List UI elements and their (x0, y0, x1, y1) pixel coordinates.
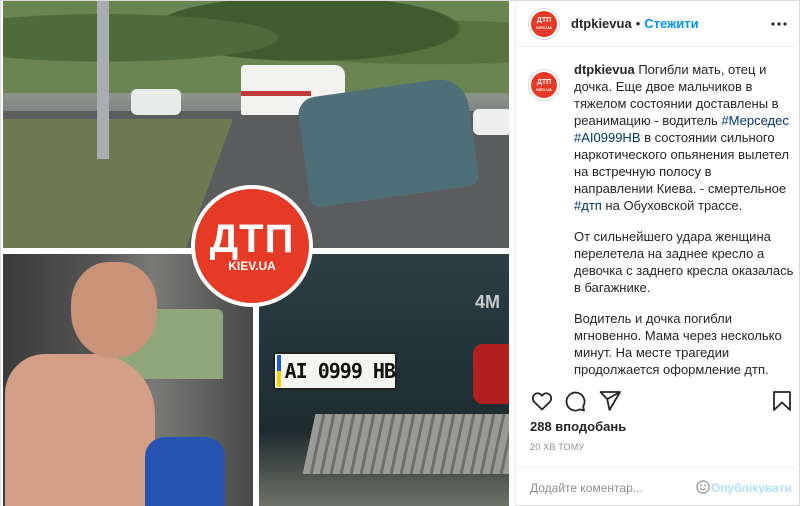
ukraine-flag-icon (277, 355, 281, 387)
comment-bar: Опублікувати (516, 467, 800, 506)
watermark-subtitle: KIEV.UA (228, 259, 276, 273)
emoji-icon[interactable] (696, 480, 710, 494)
bumper-step (302, 414, 509, 474)
post-caption: ДТП KIEV.UA dtpkievua Погибли мать, отец … (516, 61, 800, 381)
license-plate-text: AI 0999 HB (284, 359, 396, 383)
comment-input[interactable] (530, 480, 710, 495)
caption-paragraph-2: От сильнейшего удара женщина перелетела … (574, 229, 794, 295)
publish-button[interactable]: Опублікувати (711, 481, 792, 495)
post-actions (516, 389, 800, 417)
follow-button[interactable]: Стежити (644, 16, 698, 31)
caption-username[interactable]: dtpkievua (574, 62, 635, 77)
heart-icon[interactable] (530, 389, 554, 413)
car-badge: 4M (475, 292, 501, 312)
license-plate: AI 0999 HB (273, 352, 397, 390)
dtp-watermark-logo: ДТП KIEV.UA (191, 185, 313, 307)
post-time[interactable]: 20 ХВ ТОМУ (530, 442, 584, 452)
more-options-icon[interactable] (770, 15, 788, 33)
driver-body (5, 354, 155, 506)
share-icon[interactable] (598, 389, 622, 413)
watermark-title: ДТП (209, 217, 295, 261)
driver-head (71, 262, 157, 358)
caption-text: dtpkievua Погибли мать, отец и дочка. Ещ… (574, 61, 794, 381)
header-separator: • (635, 16, 641, 31)
likes-count[interactable]: 288 вподобань (530, 419, 626, 434)
wrecked-car (296, 75, 480, 209)
post-sidebar: ДТП KIEV.UA dtpkievua • Стежити ДТП KIEV.U… (515, 1, 800, 506)
caption-paragraph-1: dtpkievua Погибли мать, отец и дочка. Ещ… (574, 61, 794, 214)
post-header: ДТП KIEV.UA dtpkievua • Стежити (516, 1, 800, 47)
blue-clothing (145, 437, 225, 506)
bookmark-icon[interactable] (770, 389, 794, 413)
caption-text-part: на Обуховской трассе. (601, 198, 743, 213)
tail-light (473, 344, 509, 404)
lamp-pole (97, 1, 109, 159)
white-car (473, 109, 509, 135)
dtp-logo-icon[interactable]: ДТП KIEV.UA (528, 7, 560, 40)
parked-car (131, 89, 181, 115)
hashtag-dtp[interactable]: #дтп (574, 198, 602, 213)
instagram-post: 4M AI 0999 HB ДТП KIEV.UA ДТП KIEV.UA dtp… (0, 0, 800, 506)
car-plate-photo: 4M AI 0999 HB (259, 254, 509, 506)
caption-paragraph-3: Водитель и дочка погибли мгновенно. Мама… (574, 311, 782, 377)
comment-icon[interactable] (563, 389, 587, 413)
hashtag-mercedes[interactable]: #Мерседес (721, 113, 788, 128)
post-media[interactable]: 4M AI 0999 HB ДТП KIEV.UA (1, 1, 515, 506)
dtp-logo-icon[interactable]: ДТП KIEV.UA (528, 69, 560, 101)
header-username[interactable]: dtpkievua (571, 16, 632, 31)
hashtag-plate[interactable]: #AI0999HB (574, 130, 641, 145)
